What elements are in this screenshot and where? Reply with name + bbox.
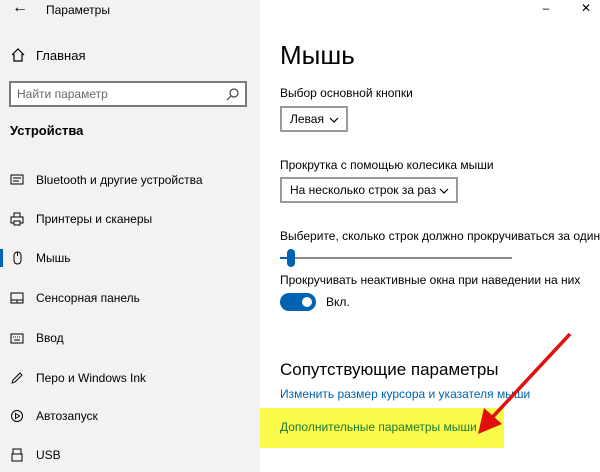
sidebar: ← Параметры Главная Устройства Bluetooth… [0, 0, 260, 472]
search-icon[interactable] [226, 87, 240, 106]
chevron-down-icon [328, 113, 340, 131]
primary-button-label: Выбор основной кнопки [280, 86, 413, 100]
related-settings-title: Сопутствующие параметры [280, 360, 499, 379]
mouse-icon [10, 251, 24, 265]
slider-thumb[interactable] [287, 249, 295, 267]
inactive-scroll-state: Вкл. [326, 295, 350, 309]
sidebar-item-typing[interactable]: Ввод [0, 320, 260, 356]
sidebar-item-autoplay[interactable]: Автозапуск [0, 398, 260, 434]
scroll-mode-value: На несколько строк за раз [290, 183, 437, 197]
sidebar-item-label: Мышь [36, 251, 71, 265]
window-controls: – ✕ [530, 0, 600, 20]
inactive-scroll-toggle[interactable] [280, 293, 316, 311]
sidebar-item-label: Ввод [36, 331, 64, 345]
additional-mouse-options-link[interactable]: Дополнительные параметры мыши [280, 420, 477, 434]
sidebar-item-label: Bluetooth и другие устройства [36, 173, 203, 187]
inactive-scroll-label: Прокручивать неактивные окна при наведен… [280, 273, 581, 287]
cursor-size-link[interactable]: Изменить размер курсора и указателя мыши [280, 387, 530, 401]
usb-icon [10, 448, 24, 462]
sidebar-item-home[interactable]: Главная [0, 42, 260, 68]
keyboard-icon [10, 331, 24, 345]
search-input[interactable] [17, 86, 217, 102]
search-box[interactable] [9, 81, 247, 107]
sidebar-item-mouse[interactable]: Мышь [0, 240, 260, 276]
scroll-lines-slider[interactable] [280, 249, 512, 269]
pen-icon [10, 371, 24, 385]
touchpad-icon [10, 291, 24, 305]
sidebar-item-bluetooth[interactable]: Bluetooth и другие устройства [0, 162, 260, 198]
close-icon: ✕ [580, 1, 592, 15]
minimize-icon: – [542, 1, 550, 15]
autoplay-icon [10, 409, 24, 423]
bluetooth-icon [10, 173, 24, 187]
sidebar-item-label: USB [36, 448, 61, 462]
section-title: Устройства [10, 123, 84, 138]
sidebar-item-label: Автозапуск [36, 409, 98, 423]
page-title: Мышь [280, 40, 355, 70]
sidebar-item-usb[interactable]: USB [0, 437, 260, 472]
scroll-mode-dropdown[interactable]: На несколько строк за раз [280, 177, 458, 203]
sidebar-item-label: Перо и Windows Ink [36, 371, 147, 385]
toggle-knob [302, 297, 312, 307]
sidebar-item-label: Принтеры и сканеры [36, 212, 153, 226]
chevron-down-icon [438, 184, 450, 202]
main-content: – ✕ Мышь Выбор основной кнопки Левая Про… [260, 0, 600, 472]
scroll-lines-label: Выберите, сколько строк должно прокручив… [280, 229, 600, 243]
app-title: Параметры [46, 3, 110, 17]
back-button[interactable]: ← [8, 0, 32, 18]
sidebar-item-touchpad[interactable]: Сенсорная панель [0, 280, 260, 316]
minimize-button[interactable]: – [534, 0, 558, 18]
close-button[interactable]: ✕ [574, 0, 598, 18]
sidebar-item-printers[interactable]: Принтеры и сканеры [0, 201, 260, 237]
slider-track [280, 257, 512, 259]
primary-button-dropdown[interactable]: Левая [280, 106, 348, 132]
printer-icon [10, 212, 24, 226]
primary-button-value: Левая [290, 112, 324, 126]
scroll-mode-label: Прокрутка с помощью колесика мыши [280, 158, 494, 172]
sidebar-item-label: Сенсорная панель [36, 291, 140, 305]
sidebar-item-home-label: Главная [36, 48, 86, 63]
home-icon [10, 47, 26, 68]
sidebar-item-pen[interactable]: Перо и Windows Ink [0, 360, 260, 396]
title-bar: ← Параметры [0, 0, 260, 20]
back-arrow-icon: ← [12, 0, 28, 16]
